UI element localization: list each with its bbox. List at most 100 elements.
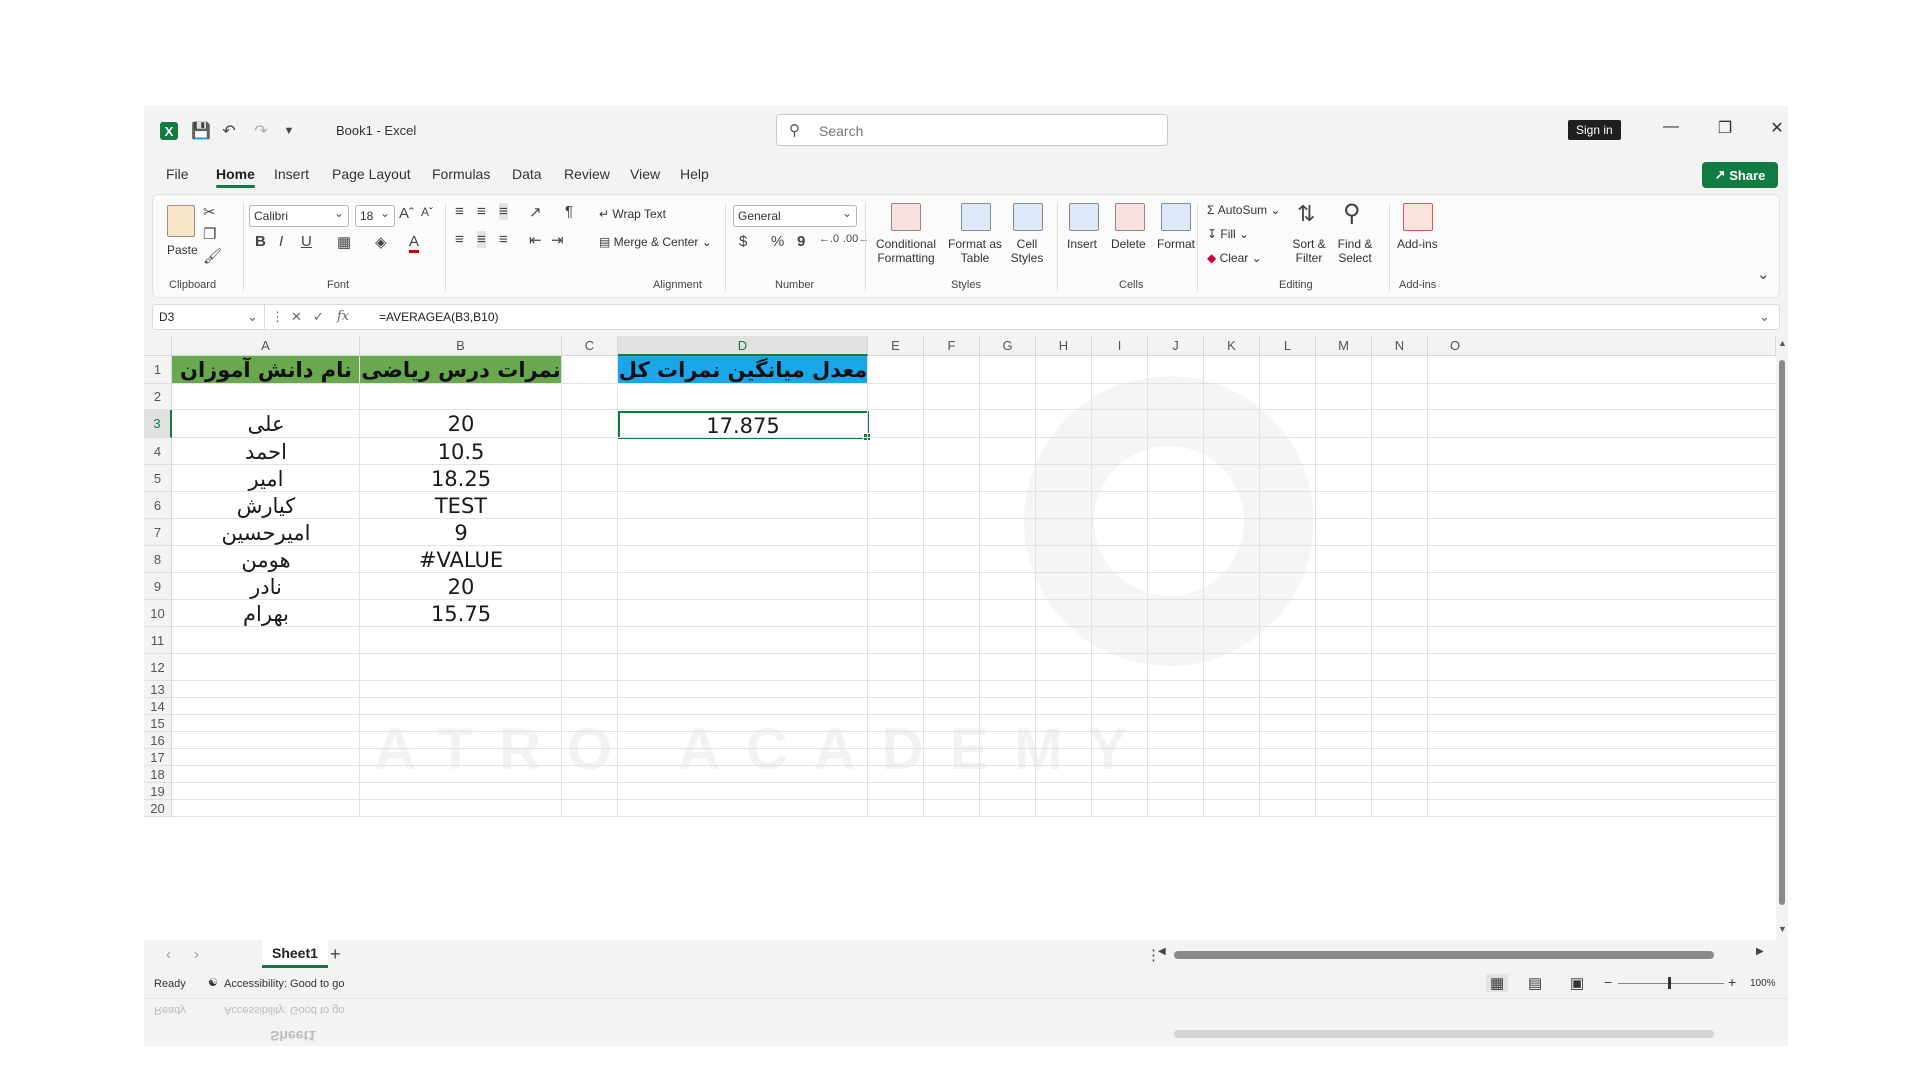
scroll-down-icon[interactable]: ▼ xyxy=(1778,924,1787,934)
cell-b10[interactable]: 15.75 xyxy=(360,602,562,626)
row-header-5[interactable]: 5 xyxy=(144,465,172,492)
page-break-view-icon[interactable]: ▣ xyxy=(1570,974,1584,992)
paste-button[interactable]: Paste xyxy=(167,243,198,257)
more-icon[interactable]: ⋮ xyxy=(271,309,284,325)
cell-a9[interactable]: نادر xyxy=(172,575,360,599)
underline-button[interactable]: U xyxy=(301,233,312,250)
orientation-icon[interactable]: ↗ xyxy=(529,203,542,221)
scroll-left-icon[interactable]: ◀ xyxy=(1158,946,1166,957)
redo-icon[interactable]: ↷ xyxy=(250,120,272,142)
cell-styles-button[interactable]: Cell Styles xyxy=(1005,237,1049,265)
name-box-dropdown-icon[interactable]: ⌄ xyxy=(247,309,258,325)
row-header-6[interactable]: 6 xyxy=(144,492,172,519)
row-header-15[interactable]: 15 xyxy=(144,715,172,732)
column-header-d[interactable]: D xyxy=(618,336,868,356)
font-size-select[interactable]: 18 xyxy=(355,205,395,227)
cell-d1[interactable]: معدل میانگین نمرات کل xyxy=(618,356,868,384)
format-painter-icon[interactable]: 🖌 xyxy=(203,247,222,265)
merge-center-button[interactable]: ▤ Merge & Center ⌄ xyxy=(599,235,712,249)
horizontal-scrollbar[interactable] xyxy=(1174,951,1714,959)
row-header-11[interactable]: 11 xyxy=(144,627,172,654)
cell-styles-icon[interactable] xyxy=(1013,203,1043,231)
column-header-k[interactable]: K xyxy=(1204,336,1260,356)
format-as-table-icon[interactable] xyxy=(961,203,991,231)
clear-button[interactable]: ◆ Clear ⌄ xyxy=(1207,251,1262,265)
row-header-12[interactable]: 12 xyxy=(144,654,172,681)
minimize-icon[interactable]: — xyxy=(1656,118,1686,136)
row-header-13[interactable]: 13 xyxy=(144,681,172,698)
tab-home[interactable]: Home xyxy=(216,166,255,188)
share-button[interactable]: ↗ Share xyxy=(1702,162,1778,188)
cell-a4[interactable]: احمد xyxy=(172,440,360,464)
row-header-17[interactable]: 17 xyxy=(144,749,172,766)
conditional-formatting-button[interactable]: Conditional Formatting xyxy=(875,237,937,265)
row-header-9[interactable]: 9 xyxy=(144,573,172,600)
increase-indent-icon[interactable]: ⇥ xyxy=(551,231,564,249)
wrap-text-button[interactable]: ↵ Wrap Text xyxy=(599,207,666,221)
sort-filter-icon[interactable]: ⇅ xyxy=(1297,201,1315,227)
column-header-j[interactable]: J xyxy=(1148,336,1204,356)
restore-icon[interactable]: ❐ xyxy=(1710,118,1740,138)
column-header-f[interactable]: F xyxy=(924,336,980,356)
fill-button[interactable]: ↧ Fill ⌄ xyxy=(1207,227,1249,241)
increase-decimal-icon[interactable]: ←.0 xyxy=(819,233,839,245)
column-header-m[interactable]: M xyxy=(1316,336,1372,356)
cell-a7[interactable]: امیرحسین xyxy=(172,521,360,545)
column-header-h[interactable]: H xyxy=(1036,336,1092,356)
column-header-l[interactable]: L xyxy=(1260,336,1316,356)
vertical-scroll-thumb[interactable] xyxy=(1779,360,1785,905)
zoom-slider[interactable] xyxy=(1618,977,1724,989)
cell-a6[interactable]: کیارش xyxy=(172,494,360,518)
number-format-select[interactable]: General xyxy=(733,205,857,227)
bold-button[interactable]: B xyxy=(255,233,266,250)
zoom-slider-thumb[interactable] xyxy=(1668,977,1671,989)
scroll-right-icon[interactable]: ▶ xyxy=(1756,946,1764,957)
row-header-3[interactable]: 3 xyxy=(144,410,172,438)
row-header-2[interactable]: 2 xyxy=(144,384,172,410)
add-sheet-icon[interactable]: + xyxy=(330,944,341,965)
tab-review[interactable]: Review xyxy=(564,166,610,182)
cell-a5[interactable]: امیر xyxy=(172,467,360,491)
cell-a1[interactable]: نام دانش آموزان xyxy=(172,356,360,384)
expand-formula-bar-icon[interactable]: ⌄ xyxy=(1759,309,1770,325)
save-icon[interactable]: 💾 xyxy=(190,120,212,142)
sheet-tab-sheet1[interactable]: Sheet1 xyxy=(262,940,328,968)
bottom-align-icon[interactable]: ≡ xyxy=(499,203,508,220)
insert-function-button[interactable]: fx xyxy=(337,309,349,324)
row-header-14[interactable]: 14 xyxy=(144,698,172,715)
find-select-button[interactable]: Find & Select xyxy=(1333,237,1377,265)
fill-color-icon[interactable]: ◈ xyxy=(375,233,387,251)
column-header-o[interactable]: O xyxy=(1428,336,1776,356)
select-all-corner[interactable] xyxy=(144,336,172,356)
cut-icon[interactable]: ✂ xyxy=(203,203,216,221)
tab-insert[interactable]: Insert xyxy=(274,166,309,182)
copy-icon[interactable]: ❐ xyxy=(203,225,216,243)
column-header-e[interactable]: E xyxy=(868,336,924,356)
enter-icon[interactable]: ✓ xyxy=(313,309,324,325)
formula-input[interactable]: =AVERAGEA(B3,B10) xyxy=(379,310,499,324)
align-left-icon[interactable]: ≡ xyxy=(455,231,464,248)
collapse-ribbon-icon[interactable]: ⌄ xyxy=(1757,265,1770,283)
align-center-icon[interactable]: ≡ xyxy=(477,231,486,248)
cell-a8[interactable]: هومن xyxy=(172,548,360,572)
increase-font-icon[interactable]: Aˆ xyxy=(399,205,414,222)
add-ins-button[interactable]: Add-ins xyxy=(1397,237,1438,251)
zoom-out-icon[interactable]: − xyxy=(1604,974,1612,990)
zoom-in-icon[interactable]: + xyxy=(1728,974,1736,990)
borders-icon[interactable]: ▦ xyxy=(337,233,351,251)
worksheet-grid[interactable]: ATRO ACADEMY A B C D E F G H I J K L M N… xyxy=(144,336,1788,940)
delete-cells-button[interactable]: Delete xyxy=(1111,237,1146,251)
delete-cells-icon[interactable] xyxy=(1115,203,1145,231)
tab-data[interactable]: Data xyxy=(512,166,542,182)
cell-b5[interactable]: 18.25 xyxy=(360,467,562,491)
column-header-b[interactable]: B xyxy=(360,336,562,356)
font-name-select[interactable]: Calibri xyxy=(249,205,349,227)
row-header-1[interactable]: 1 xyxy=(144,356,172,384)
align-right-icon[interactable]: ≡ xyxy=(499,231,508,248)
row-header-7[interactable]: 7 xyxy=(144,519,172,546)
column-header-a[interactable]: A xyxy=(172,336,360,356)
cell-b7[interactable]: 9 xyxy=(360,521,562,545)
format-as-table-button[interactable]: Format as Table xyxy=(947,237,1003,265)
autosum-button[interactable]: Σ AutoSum ⌄ xyxy=(1207,203,1281,217)
close-icon[interactable]: ✕ xyxy=(1762,118,1792,138)
